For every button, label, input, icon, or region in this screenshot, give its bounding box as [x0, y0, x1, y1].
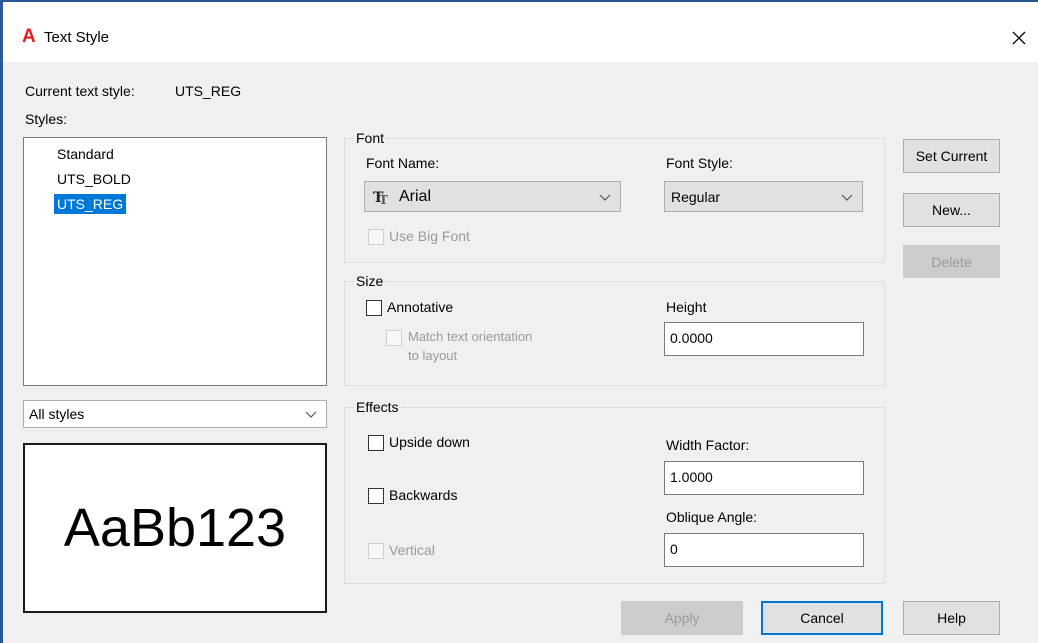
close-icon — [1012, 31, 1026, 45]
chevron-down-icon — [841, 194, 853, 201]
style-preview: AaBb123 — [23, 443, 327, 613]
font-style-label: Font Style: — [666, 155, 733, 171]
match-orientation-label-line2: to layout — [408, 348, 458, 363]
new-style-button[interactable]: New... — [903, 193, 1000, 227]
oblique-angle-label: Oblique Angle: — [666, 509, 758, 525]
width-factor-label: Width Factor: — [666, 437, 750, 453]
styles-label: Styles: — [25, 111, 68, 127]
match-orientation-label-line1: Match text orientation — [408, 329, 533, 344]
truetype-font-icon: T T — [373, 190, 388, 205]
backwards-checkbox[interactable] — [368, 488, 384, 504]
upside-down-checkbox[interactable] — [368, 435, 384, 451]
apply-button[interactable]: Apply — [621, 601, 743, 635]
width-factor-value: 1.0000 — [670, 469, 713, 485]
cancel-button[interactable]: Cancel — [761, 601, 883, 635]
close-button[interactable] — [1000, 20, 1038, 56]
font-style-value: Regular — [671, 188, 721, 205]
current-style-label: Current text style: — [25, 83, 135, 99]
current-style-value: UTS_REG — [175, 83, 242, 99]
preview-sample-text: AaBb123 — [63, 498, 287, 558]
styles-filter-value: All styles — [29, 406, 85, 422]
font-name-value: Arial — [399, 187, 432, 205]
vertical-label: Vertical — [389, 542, 435, 558]
oblique-angle-input[interactable]: 0 — [664, 533, 864, 567]
backwards-label: Backwards — [389, 487, 458, 503]
annotative-checkbox[interactable] — [366, 300, 382, 316]
window-frame-left — [0, 0, 3, 643]
chevron-down-icon — [599, 194, 611, 201]
use-big-font-checkbox — [368, 229, 384, 245]
window-title: Text Style — [44, 29, 110, 46]
title-bar[interactable] — [3, 2, 1038, 62]
style-item-standard[interactable]: Standard — [54, 144, 117, 164]
font-group-title: Font — [354, 130, 387, 146]
height-label: Height — [666, 299, 707, 315]
set-current-button[interactable]: Set Current — [903, 139, 1000, 173]
use-big-font-label: Use Big Font — [389, 228, 470, 244]
styles-filter-dropdown[interactable]: All styles — [23, 400, 327, 428]
height-input[interactable]: 0.0000 — [664, 322, 864, 356]
width-factor-input[interactable]: 1.0000 — [664, 461, 864, 495]
autocad-app-icon: A — [22, 26, 36, 47]
match-orientation-checkbox — [386, 330, 402, 346]
font-name-label: Font Name: — [366, 155, 440, 171]
effects-group-title: Effects — [354, 399, 401, 415]
delete-style-button[interactable]: Delete — [903, 245, 1000, 278]
svg-text:T: T — [379, 193, 388, 205]
help-button[interactable]: Help — [903, 601, 1000, 635]
styles-list[interactable]: Standard UTS_BOLD UTS_REG — [23, 137, 327, 386]
chevron-down-icon — [305, 411, 317, 418]
upside-down-label: Upside down — [389, 434, 470, 450]
font-name-dropdown[interactable]: T T Arial — [364, 181, 621, 212]
height-value: 0.0000 — [670, 330, 713, 346]
style-item-uts-bold[interactable]: UTS_BOLD — [54, 169, 134, 189]
oblique-angle-value: 0 — [670, 541, 678, 557]
style-item-uts-reg[interactable]: UTS_REG — [54, 194, 127, 214]
annotative-label: Annotative — [387, 299, 454, 315]
size-group-title: Size — [354, 273, 386, 289]
vertical-checkbox — [368, 543, 384, 559]
font-style-dropdown[interactable]: Regular — [664, 181, 863, 212]
